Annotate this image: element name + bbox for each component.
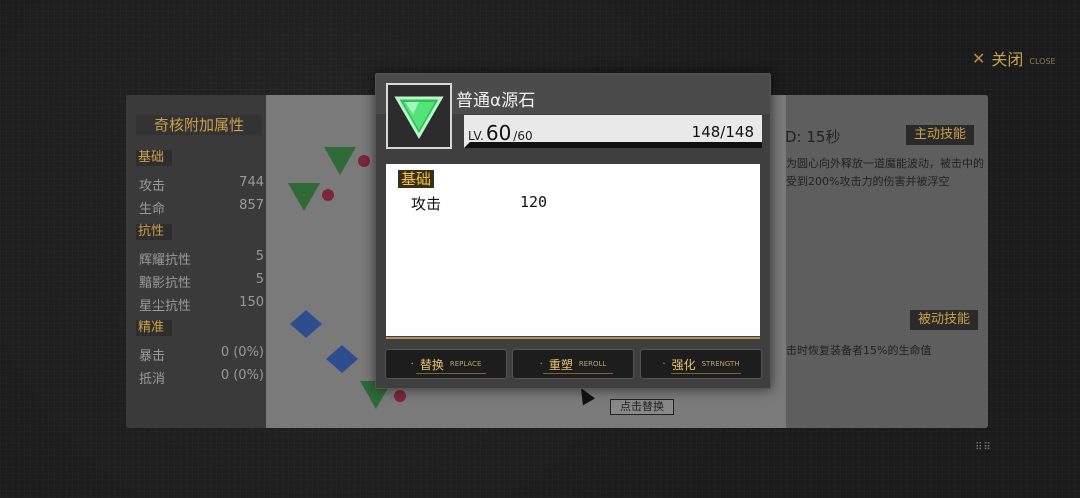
attr-row: 黯影抗性 5 (139, 272, 264, 291)
close-button[interactable]: ✕ 关闭 CLOSE (972, 44, 1072, 72)
section-basic: 基础 (136, 150, 172, 166)
replace-label: 替换 (419, 357, 444, 372)
close-label-en: CLOSE (1029, 56, 1056, 66)
level-value: 60 (485, 121, 512, 145)
active-skill-tag: 主动技能 (906, 125, 975, 145)
close-icon: ✕ (972, 48, 986, 68)
level-progress (464, 142, 762, 148)
passive-skill-tag: 被动技能 (910, 310, 979, 330)
active-skill-desc: 为圆心向外释放一道魔能波动，被击中的 (786, 157, 984, 170)
warning-icon (358, 155, 370, 167)
attributes-title: 奇核附加属性 (136, 115, 262, 135)
warning-icon (322, 189, 334, 201)
attr-row: 辉耀抗性 5 (139, 249, 264, 268)
section-resist: 抗性 (136, 224, 172, 240)
blue-gem-slot[interactable] (290, 310, 322, 338)
green-gem-icon (394, 96, 444, 139)
level-display: LV. 60 /60 (468, 121, 533, 145)
stats-section-label: 基础 (398, 170, 435, 188)
attr-row: 生命 857 (139, 198, 264, 217)
active-skill-desc-2: 受到200%攻击力的伤害并被浮空 (786, 175, 950, 188)
item-name: 普通α源石 (456, 91, 536, 111)
blue-gem-slot[interactable] (326, 345, 358, 373)
replace-label-en: REPLACE (449, 360, 482, 368)
section-precision: 精准 (136, 320, 172, 336)
cooldown-text: D: 15秒 (785, 128, 841, 146)
level-max: /60 (513, 129, 533, 143)
attr-row: 抵消 0 (0%) (139, 368, 264, 387)
item-icon (386, 83, 452, 149)
strengthen-label-en: STRENGTH (701, 360, 740, 368)
divider (386, 337, 760, 339)
durability-value: 148/148 (691, 123, 754, 141)
reroll-label-en: REROLL (578, 360, 607, 368)
click-replace-hint: 点击替换 (610, 399, 674, 415)
close-label: 关闭 (991, 50, 1024, 69)
stat-name: 攻击 (411, 195, 442, 213)
replace-button[interactable]: · 替换 REPLACE (385, 349, 507, 379)
attr-row: 星尘抗性 150 (139, 295, 264, 314)
attributes-panel: 奇核附加属性 基础 攻击 744 生命 857 抗性 辉耀抗性 5 黯影抗性 5 星尘抗… (126, 95, 266, 428)
stat-value: 120 (520, 193, 548, 211)
reroll-label: 重塑 (548, 357, 573, 372)
level-prefix: LV. (468, 129, 484, 143)
item-detail-modal: 普通α源石 LV. 60 /60 148/148 基础 攻击 120 · 替换 … (375, 73, 771, 389)
green-gem-slot[interactable] (288, 183, 320, 211)
grid-dots-icon: ⠿⠿ (975, 442, 992, 453)
reroll-button[interactable]: · 重塑 REROLL (512, 349, 634, 379)
green-gem-slot[interactable] (324, 147, 356, 175)
strengthen-button[interactable]: · 强化 STRENGTH (640, 349, 762, 379)
attr-row: 攻击 744 (139, 175, 264, 194)
level-bar: LV. 60 /60 148/148 (464, 115, 762, 148)
passive-skill-desc: 击时恢复装备者15%的生命值 (786, 344, 932, 357)
item-stats: 基础 攻击 120 (386, 164, 760, 336)
strengthen-label: 强化 (671, 357, 696, 372)
attr-row: 暴击 0 (0%) (139, 345, 264, 364)
warning-icon (394, 390, 406, 402)
